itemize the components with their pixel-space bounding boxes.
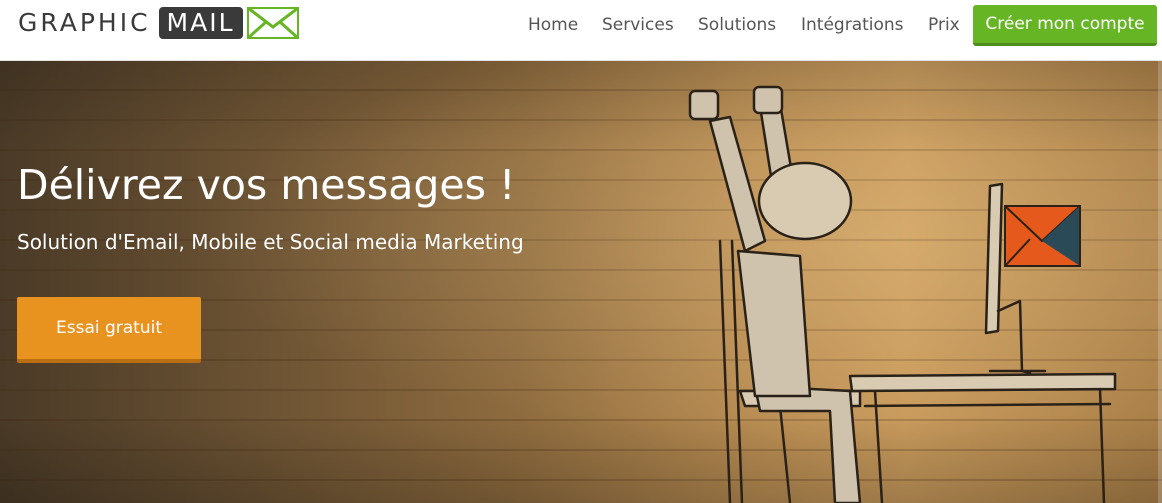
nav-item-services[interactable]: Services bbox=[602, 11, 674, 39]
page-scrollbar[interactable] bbox=[1158, 61, 1162, 503]
logo-text-graphic: GRAPHIC bbox=[18, 8, 151, 37]
free-trial-button[interactable]: Essai gratuit bbox=[17, 297, 201, 363]
nav-item-prix[interactable]: Prix bbox=[928, 11, 960, 39]
graphicmail-logo[interactable]: GRAPHIC MAIL bbox=[18, 6, 299, 40]
create-account-button[interactable]: Créer mon compte bbox=[973, 5, 1157, 46]
nav-item-integrations[interactable]: Intégrations bbox=[801, 11, 904, 39]
site-header: GRAPHIC MAIL Home Services Solutions Int… bbox=[0, 0, 1162, 61]
nav-item-solutions[interactable]: Solutions bbox=[698, 11, 776, 39]
envelope-on-screen bbox=[1004, 205, 1081, 267]
envelope-icon bbox=[246, 7, 299, 39]
hero-banner: Délivrez vos messages ! Solution d'Email… bbox=[0, 61, 1162, 503]
hero-subtitle: Solution d'Email, Mobile et Social media… bbox=[17, 230, 524, 254]
hero-title: Délivrez vos messages ! bbox=[17, 161, 516, 209]
stick-figure-illustration bbox=[688, 85, 1117, 503]
nav-item-home[interactable]: Home bbox=[528, 11, 578, 39]
logo-text-mail: MAIL bbox=[158, 7, 243, 39]
